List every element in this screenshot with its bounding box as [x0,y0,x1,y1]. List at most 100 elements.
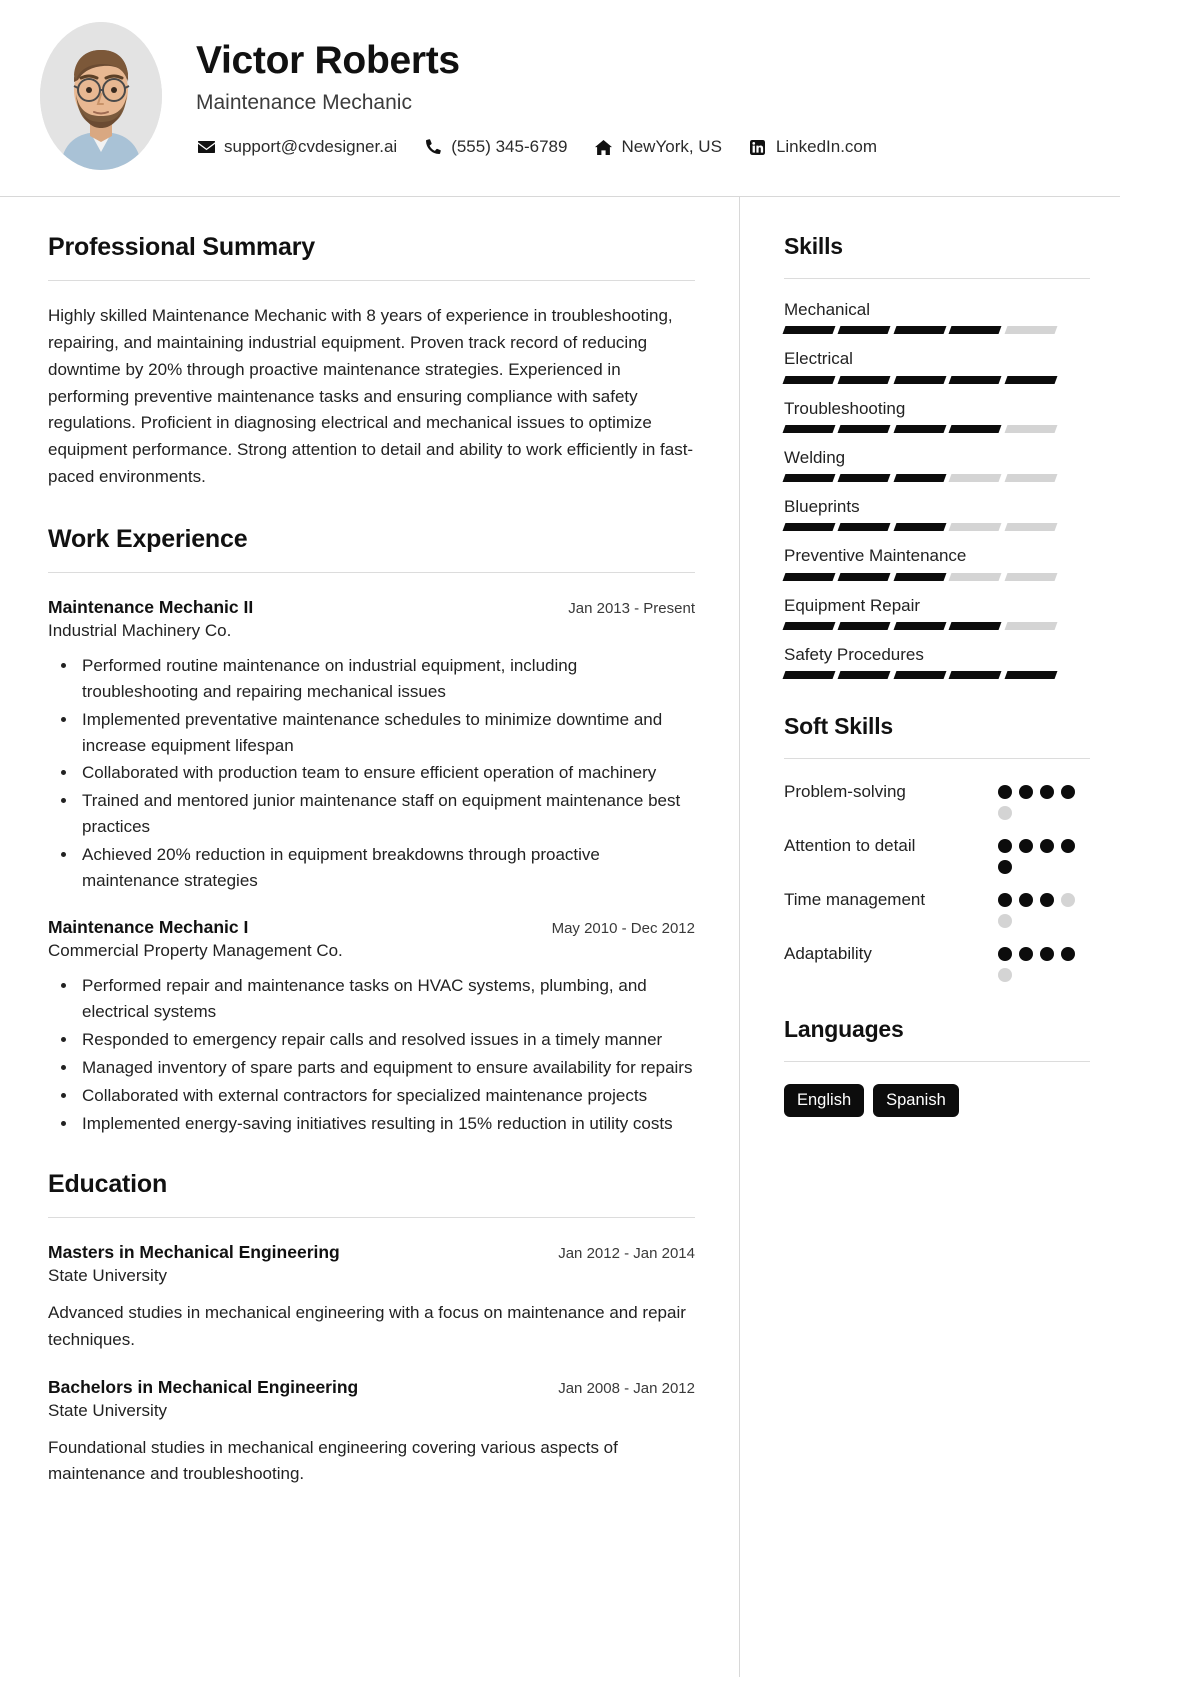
skill-row: Blueprints [782,496,1090,532]
contact-email[interactable]: support@cvdesigner.ai [196,137,397,157]
sidebar-column: Skills Mechanical Electrical Troubleshooti… [740,197,1120,1677]
education-school: State University [48,1266,168,1286]
section-divider [48,572,695,574]
rating-dot [1019,785,1033,799]
skill-level-bar [782,572,1058,581]
experience-date-range: Jan 2013 - Present [568,600,695,618]
skill-bar-segment [837,424,892,433]
skill-bar-segment [893,474,947,482]
contact-phone[interactable]: (555) 345-6789 [423,137,567,157]
section-divider [48,1217,695,1219]
contact-linkedin-text: LinkedIn.com [775,137,878,157]
education-description: Foundational studies in mechanical engin… [48,1438,618,1484]
skill-bar-segment [948,474,1003,482]
avatar-photo-icon [40,22,162,170]
resume-header: Victor Roberts Maintenance Mechanic supp… [0,0,1120,197]
rating-dot [998,914,1012,928]
rating-dot [1061,947,1075,961]
skill-bar-segment [837,474,892,482]
rating-dot [1040,893,1054,907]
language-badge: Spanish [873,1084,959,1118]
education-entry-head: Bachelors in Mechanical Engineering Jan … [48,1377,695,1398]
list-item: Collaborated with external contractors f… [78,1083,695,1109]
list-item: Collaborated with production team to ens… [78,760,695,786]
section-divider [784,278,1090,279]
list-item: Achieved 20% reduction in equipment brea… [78,842,695,894]
rating-dot [1040,839,1054,853]
section-title-summary: Professional Summary [48,233,315,261]
soft-skill-label: Problem-solving [784,782,906,801]
skill-row: Mechanical [782,299,1090,335]
experience-bullets: Performed routine maintenance on industr… [48,653,695,893]
rating-dot [998,860,1012,874]
languages-list: English Spanish [784,1084,1090,1118]
skill-bar-segment [782,523,836,532]
home-icon [593,138,613,156]
rating-dot [1061,893,1075,907]
envelope-icon [196,138,216,156]
experience-company: Commercial Property Management Co. [48,941,343,961]
contact-location[interactable]: NewYork, US [593,137,722,157]
skill-bar-segment [837,572,892,581]
soft-skill-rating-dots [998,833,1090,874]
section-title-skills: Skills [784,233,843,259]
resume-body: Professional Summary Highly skilled Main… [0,197,1120,1677]
education-entry-head: Masters in Mechanical Engineering Jan 20… [48,1242,695,1263]
contact-email-text: support@cvdesigner.ai [224,137,398,157]
contact-phone-text: (555) 345-6789 [451,137,568,157]
education-school: State University [48,1401,168,1421]
page-title: Victor Roberts [196,38,460,82]
rating-dot [1019,893,1033,907]
skill-bar-segment [837,671,892,679]
experience-date-range: May 2010 - Dec 2012 [551,920,695,938]
rating-dot [998,839,1012,853]
soft-skills-list: Problem-solving Attention to detail Time m… [784,779,1090,982]
rating-dot [1061,785,1075,799]
soft-skill-label: Attention to detail [784,836,916,855]
skill-bar-segment [782,326,836,335]
soft-skill-label: Adaptability [784,944,872,963]
list-item: Responded to emergency repair calls and … [78,1027,695,1053]
skill-row: Equipment Repair [782,595,1090,630]
section-title-education: Education [48,1170,168,1199]
skill-bar-segment [782,474,836,482]
section-title-languages: Languages [784,1016,904,1042]
skill-bar-segment [837,375,892,384]
skill-row: Electrical [782,348,1090,384]
contact-linkedin[interactable]: LinkedIn.com [748,137,877,157]
skill-row: Troubleshooting [782,398,1090,433]
list-item: Implemented energy-saving initiatives re… [78,1111,695,1137]
skill-label: Safety Procedures [784,644,924,664]
skill-bar-segment [893,523,947,532]
skill-bar-segment [1004,375,1058,384]
summary-text: Highly skilled Maintenance Mechanic with… [48,306,694,487]
soft-skill-rating-dots [998,941,1090,982]
education-description: Advanced studies in mechanical engineeri… [48,1303,686,1349]
soft-skill-rating-dots [998,779,1090,820]
skill-level-bar [782,474,1058,482]
skill-bar-segment [893,375,947,384]
language-badge: English [784,1084,865,1118]
skill-label: Electrical [784,349,853,369]
skill-level-bar [782,621,1058,630]
skill-bar-segment [948,671,1003,679]
education-date-range: Jan 2008 - Jan 2012 [558,1380,695,1398]
linkedin-icon [748,138,768,156]
skill-bar-segment [1004,424,1058,433]
skill-bar-segment [948,621,1003,630]
section-title-experience: Work Experience [48,525,248,554]
skill-bar-segment [893,326,947,335]
experience-entry: Maintenance Mechanic I May 2010 - Dec 20… [48,917,695,1136]
section-skills: Skills Mechanical Electrical Troubleshooti… [782,233,1090,679]
skill-bar-segment [893,621,947,630]
experience-job-title: Maintenance Mechanic I [48,917,249,938]
rating-dot [1019,839,1033,853]
skill-bar-segment [1004,621,1058,630]
skill-bar-segment [1004,326,1058,335]
experience-company: Industrial Machinery Co. [48,621,232,641]
header-text-block: Victor Roberts Maintenance Mechanic supp… [196,35,1080,157]
skill-bar-segment [1004,671,1058,679]
skill-bar-segment [893,424,947,433]
skill-level-bar [782,424,1058,433]
skill-bar-segment [948,326,1003,335]
